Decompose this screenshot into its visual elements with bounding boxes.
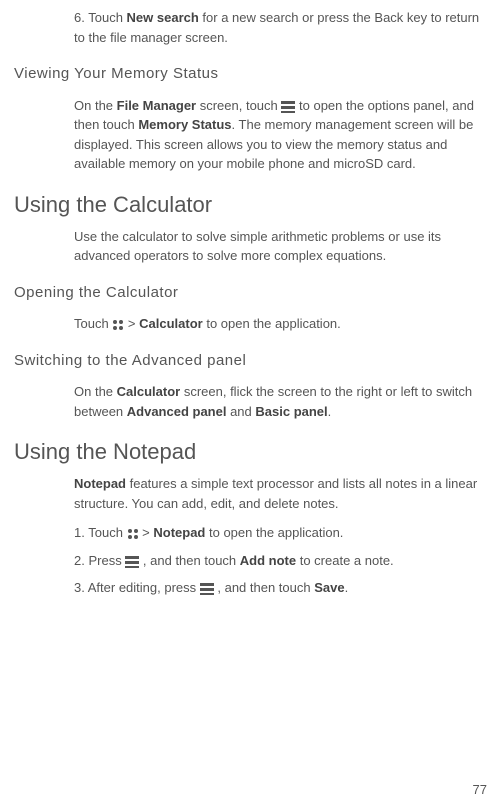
heading-viewing-memory: Viewing Your Memory Status — [14, 63, 487, 86]
heading-switching-advanced: Switching to the Advanced panel — [14, 350, 487, 373]
item-number: 6. — [74, 10, 85, 25]
bold-text: Calculator — [139, 316, 203, 331]
bold-text: Calculator — [117, 384, 181, 399]
text: > — [124, 316, 139, 331]
text: , and then touch — [139, 553, 239, 568]
text: . — [345, 580, 349, 595]
bold-text: Basic panel — [255, 404, 327, 419]
text: Touch — [88, 10, 126, 25]
item-number: 2. — [74, 553, 85, 568]
bold-text: Notepad — [74, 476, 126, 491]
paragraph: Use the calculator to solve simple arith… — [74, 227, 487, 266]
text: Touch — [74, 316, 112, 331]
bold-text: New search — [127, 10, 199, 25]
menu-icon — [281, 101, 295, 113]
menu-icon — [125, 556, 139, 568]
text: > — [139, 525, 154, 540]
item-number: 1. — [74, 525, 85, 540]
paragraph: Notepad features a simple text processor… — [74, 474, 487, 513]
heading-opening-calculator: Opening the Calculator — [14, 282, 487, 305]
bold-text: Advanced panel — [127, 404, 227, 419]
heading-using-notepad: Using the Notepad — [14, 435, 487, 468]
apps-grid-icon — [112, 319, 124, 331]
text: Touch — [88, 525, 126, 540]
text: , and then touch — [214, 580, 314, 595]
item-number: 3. — [74, 580, 85, 595]
text: On the — [74, 98, 117, 113]
page-number: 77 — [473, 780, 487, 800]
apps-grid-icon — [127, 528, 139, 540]
text: and — [226, 404, 255, 419]
list-item-6: 6. Touch New search for a new search or … — [74, 8, 487, 47]
text: to create a note. — [296, 553, 394, 568]
bold-text: Notepad — [153, 525, 205, 540]
text: to open the application. — [203, 316, 341, 331]
paragraph: On the Calculator screen, flick the scre… — [74, 382, 487, 421]
paragraph: Touch > Calculator to open the applicati… — [74, 314, 487, 334]
heading-using-calculator: Using the Calculator — [14, 188, 487, 221]
text: After editing, press — [88, 580, 200, 595]
text: On the — [74, 384, 117, 399]
text: Press — [88, 553, 125, 568]
bold-text: Save — [314, 580, 344, 595]
text: . — [328, 404, 332, 419]
text: features a simple text processor and lis… — [74, 476, 477, 511]
list-item-2: 2. Press , and then touch Add note to cr… — [74, 551, 487, 571]
list-item-3: 3. After editing, press , and then touch… — [74, 578, 487, 598]
text: screen, touch — [196, 98, 281, 113]
paragraph: On the File Manager screen, touch to ope… — [74, 96, 487, 174]
list-item-1: 1. Touch > Notepad to open the applicati… — [74, 523, 487, 543]
bold-text: Memory Status — [138, 117, 231, 132]
bold-text: File Manager — [117, 98, 196, 113]
text: to open the application. — [205, 525, 343, 540]
menu-icon — [200, 583, 214, 595]
bold-text: Add note — [240, 553, 296, 568]
